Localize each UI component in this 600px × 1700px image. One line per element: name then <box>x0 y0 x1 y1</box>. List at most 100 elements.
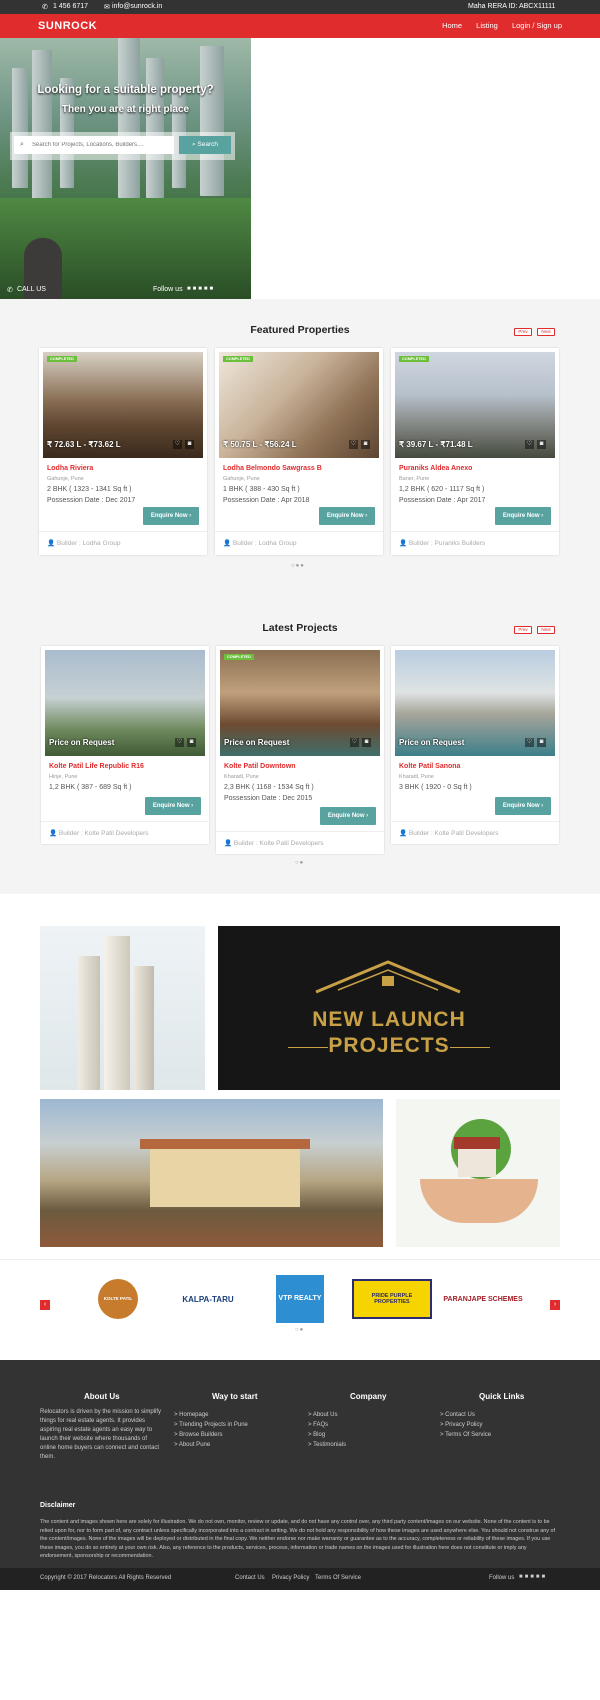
property-name[interactable]: Puraniks Aldea Anexo <box>399 465 472 472</box>
camera-icon[interactable]: ◙ <box>185 440 194 449</box>
featured-prev-button[interactable]: Prev <box>514 328 532 336</box>
copyright: Copyright © 2017 Relocators All Rights R… <box>40 1575 172 1581</box>
latest-next-button[interactable]: Next <box>537 626 555 634</box>
camera-icon[interactable]: ◙ <box>362 738 371 747</box>
project-name[interactable]: Kolte Patil Sanona <box>399 763 460 770</box>
project-card[interactable]: COMPLETED Price on Request ♡ ◙ Kolte Pat… <box>216 646 384 854</box>
nav-login[interactable]: Login / Sign up <box>512 21 562 30</box>
camera-icon[interactable]: ◙ <box>187 738 196 747</box>
topbar-email[interactable]: info@sunrock.in <box>112 3 162 10</box>
footer-link-testimonials[interactable]: > Testimonials <box>308 1440 346 1450</box>
partners-pagination-dots[interactable]: ○● <box>295 1327 304 1333</box>
property-config: 2 BHK ( 1323 - 1341 Sq ft ) <box>47 486 132 493</box>
footer-link-terms[interactable]: > Terms Of Service <box>440 1430 491 1440</box>
camera-icon[interactable]: ◙ <box>537 440 546 449</box>
featured-next-button[interactable]: Next <box>537 328 555 336</box>
mail-icon: ✉ <box>104 4 110 11</box>
enquire-now-button[interactable]: Enquire Now › <box>145 797 201 815</box>
enquire-now-button[interactable]: Enquire Now › <box>319 507 375 525</box>
enquire-now-button[interactable]: Enquire Now › <box>495 507 551 525</box>
nav-home[interactable]: Home <box>442 21 462 30</box>
bottom-link-privacy[interactable]: Privacy Policy <box>272 1575 309 1581</box>
footer-link-blog[interactable]: > Blog <box>308 1430 346 1440</box>
heart-icon[interactable]: ♡ <box>525 440 534 449</box>
partner-logo-kolte-patil[interactable]: KOLTE PATIL <box>86 1275 150 1323</box>
partners-prev-arrow[interactable]: ‹ <box>40 1300 50 1310</box>
camera-icon[interactable]: ◙ <box>537 738 546 747</box>
partner-logo-pride-purple[interactable]: PRIDE PURPLE PROPERTIES <box>350 1275 434 1323</box>
possession-date: Possession Date : Dec 2017 <box>47 497 136 504</box>
status-badge: COMPLETED <box>399 356 429 362</box>
project-config: 1,2 BHK ( 387 - 689 Sq ft ) <box>49 784 132 791</box>
house-in-hands-banner[interactable] <box>396 1099 560 1247</box>
heart-icon[interactable]: ♡ <box>175 738 184 747</box>
villa-banner[interactable] <box>40 1099 383 1247</box>
property-name[interactable]: Lodha Belmondo Sawgrass B <box>223 465 322 472</box>
partners-next-arrow[interactable]: › <box>550 1300 560 1310</box>
featured-card[interactable]: COMPLETED ₹ 72.63 L - ₹73.62 L ♡ ◙ Lodha… <box>39 348 207 555</box>
footer-link-homepage[interactable]: > Homepage <box>174 1410 248 1420</box>
nav-links: Home Listing Login / Sign up <box>430 21 562 30</box>
footer-link-faqs[interactable]: > FAQs <box>308 1420 346 1430</box>
footer-link-contact[interactable]: > Contact Us <box>440 1410 491 1420</box>
property-config: 1 BHK ( 388 - 430 Sq ft ) <box>223 486 300 493</box>
footer-link-trending[interactable]: > Trending Projects in Pune <box>174 1420 248 1430</box>
footer-link-about-us[interactable]: > About Us <box>308 1410 346 1420</box>
status-badge: COMPLETED <box>224 654 254 660</box>
builder-label: 👤 Builder : Puraniks Builders <box>399 540 486 547</box>
project-card[interactable]: Price on Request ♡ ◙ Kolte Patil Sanona … <box>391 646 559 844</box>
bottom-link-terms[interactable]: Terms Of Service <box>315 1575 361 1581</box>
heart-icon[interactable]: ♡ <box>350 738 359 747</box>
price-label: Price on Request <box>49 738 115 747</box>
status-badge: COMPLETED <box>223 356 253 362</box>
user-icon: 👤 <box>47 540 57 547</box>
project-name[interactable]: Kolte Patil Life Republic R16 <box>49 763 144 770</box>
status-badge: COMPLETED <box>47 356 77 362</box>
latest-pagination-dots[interactable]: ○● <box>295 860 304 866</box>
featured-pagination-dots[interactable]: ○●● <box>291 563 305 569</box>
nav-listing[interactable]: Listing <box>476 21 498 30</box>
hero-footer: ✆ CALL US Follow us ■■■■■ <box>0 284 251 299</box>
new-launch-banner[interactable]: NEW LAUNCH PROJECTS <box>218 926 560 1090</box>
latest-title: Latest Projects <box>262 622 338 634</box>
search-button[interactable]: ⌕ Search <box>179 136 231 154</box>
search-input[interactable] <box>14 136 174 154</box>
footer-quick-title: Quick Links <box>479 1392 525 1401</box>
topbar-phone[interactable]: 1 456 6717 <box>53 3 88 10</box>
bottom-link-contact[interactable]: Contact Us <box>235 1575 265 1581</box>
hero-subtitle: Then you are at right place <box>61 104 190 115</box>
property-config: 1,2 BHK ( 620 - 1117 Sq ft ) <box>399 486 485 493</box>
project-location: Hinje, Pune <box>49 774 78 780</box>
footer-social-icons[interactable]: ■■■■■ <box>519 1574 547 1580</box>
featured-card[interactable]: COMPLETED ₹ 50.75 L - ₹56.24 L ♡ ◙ Lodha… <box>215 348 383 555</box>
possession-date: Possession Date : Apr 2018 <box>223 497 310 504</box>
enquire-now-button[interactable]: Enquire Now › <box>495 797 551 815</box>
featured-card[interactable]: COMPLETED ₹ 39.67 L - ₹71.48 L ♡ ◙ Puran… <box>391 348 559 555</box>
project-card[interactable]: Price on Request ♡ ◙ Kolte Patil Life Re… <box>41 646 209 844</box>
latest-prev-button[interactable]: Prev <box>514 626 532 634</box>
call-us-link[interactable]: CALL US <box>17 286 46 293</box>
property-name[interactable]: Lodha Riviera <box>47 465 93 472</box>
heart-icon[interactable]: ♡ <box>525 738 534 747</box>
camera-icon[interactable]: ◙ <box>361 440 370 449</box>
price-label: Price on Request <box>224 738 290 747</box>
footer-company-links: > About Us > FAQs > Blog > Testimonials <box>308 1410 346 1450</box>
user-icon: 👤 <box>399 540 409 547</box>
project-name[interactable]: Kolte Patil Downtown <box>224 763 296 770</box>
price-label: ₹ 50.75 L - ₹56.24 L <box>223 440 297 449</box>
social-icons[interactable]: ■■■■■ <box>187 286 215 292</box>
site-logo[interactable]: SUNROCK <box>38 20 97 32</box>
tower-banner[interactable] <box>40 926 205 1090</box>
footer-link-about-pune[interactable]: > About Pune <box>174 1440 248 1450</box>
enquire-now-button[interactable]: Enquire Now › <box>143 507 199 525</box>
heart-icon[interactable]: ♡ <box>173 440 182 449</box>
footer-link-builders[interactable]: > Browse Builders <box>174 1430 248 1440</box>
partner-logo-kalpataru[interactable]: KALPA-TARU <box>168 1275 248 1323</box>
project-location: Kharadi, Pune <box>399 774 434 780</box>
footer-link-privacy[interactable]: > Privacy Policy <box>440 1420 491 1430</box>
enquire-now-button[interactable]: Enquire Now › <box>320 807 376 825</box>
banner-line1: NEW LAUNCH <box>312 1008 466 1031</box>
partner-logo-paranjape[interactable]: PARANJAPE SCHEMES <box>438 1275 528 1323</box>
partner-logo-vtp[interactable]: VTP REALTY <box>270 1275 330 1323</box>
heart-icon[interactable]: ♡ <box>349 440 358 449</box>
